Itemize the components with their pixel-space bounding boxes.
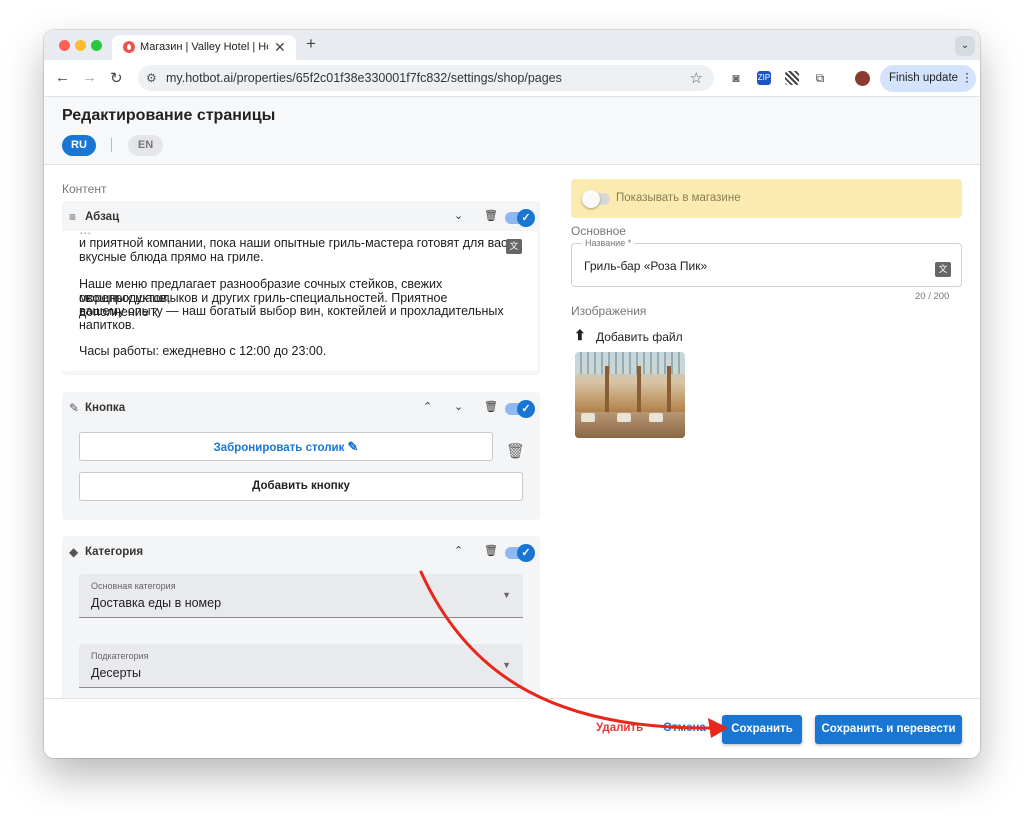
delete-block-icon[interactable]: 🗑	[484, 400, 498, 413]
delete-block-icon[interactable]: 🗑	[484, 209, 498, 222]
button-block-title: Кнопка	[85, 402, 126, 414]
image-seat-detail	[649, 413, 663, 422]
tab-title: Магазин | Valley Hotel | Hotbot	[140, 41, 268, 53]
paragraph-line: Часы работы: ежедневно с 12:00 до 23:00.	[79, 344, 327, 358]
reserve-table-button-item[interactable]: Забронировать столик ✎	[79, 432, 493, 461]
toggle-knob	[582, 190, 600, 208]
site-settings-icon[interactable]: ⚙	[146, 71, 157, 85]
name-field-label: Название *	[582, 238, 635, 248]
lang-en-button[interactable]: EN	[128, 135, 163, 156]
paragraph-block-title: Абзац	[85, 211, 120, 223]
subcategory-label: Подкатегория	[91, 651, 149, 661]
subcategory-select[interactable]: Подкатегория Десерты ▼	[79, 644, 523, 688]
category-block-title: Категория	[85, 546, 144, 558]
extensions-puzzle-icon[interactable]: ⧉	[813, 71, 827, 85]
name-field-value[interactable]: Гриль-бар «Роза Пик»	[584, 259, 707, 273]
browser-window: Магазин | Valley Hotel | Hotbot ✕ + ⌄ ← …	[44, 30, 980, 758]
bookmark-star-icon[interactable]: ☆	[690, 69, 703, 87]
lang-divider	[111, 138, 112, 152]
name-char-counter: 20 / 200	[915, 291, 950, 302]
check-icon: ✓	[517, 400, 535, 418]
name-field[interactable]: Название * Гриль-бар «Роза Пик» 文	[571, 238, 962, 287]
paragraph-line: напитков.	[79, 318, 136, 332]
browser-toolbar: ← → ↻ ⚙ my.hotbot.ai/properties/65f2c01f…	[44, 60, 980, 97]
forward-arrow-icon[interactable]: →	[82, 69, 97, 86]
show-in-shop-toggle[interactable]	[582, 190, 610, 208]
address-bar[interactable]: ⚙ my.hotbot.ai/properties/65f2c01f38e330…	[138, 65, 714, 91]
minimize-window-button[interactable]	[75, 40, 86, 51]
tab-search-button[interactable]: ⌄	[955, 36, 975, 56]
paragraph-text-editor[interactable]: … и приятной компании, пока наши опытные…	[62, 231, 538, 371]
check-icon: ✓	[517, 209, 535, 227]
show-in-shop-label: Показывать в магазине	[616, 192, 741, 204]
chevron-down-icon[interactable]: ⌄	[454, 209, 463, 222]
qr-extension-icon[interactable]	[785, 71, 799, 85]
button-enabled-toggle[interactable]: ✓	[505, 400, 535, 418]
zip-extension-icon[interactable]: ZIP	[757, 71, 771, 85]
image-seat-detail	[617, 413, 631, 422]
check-icon: ✓	[517, 544, 535, 562]
dropdown-caret-icon: ▼	[502, 660, 511, 670]
finish-update-button[interactable]: Finish update ⋮	[880, 65, 976, 92]
paragraph-block: ≡ Абзац ⌄ 🗑 ✓ … и приятной компании, пок…	[62, 201, 540, 375]
hotbot-favicon-icon	[123, 41, 135, 53]
app-content: Редактирование страницы RU EN Контент ≡ …	[44, 97, 980, 758]
category-block: ◆ Категория ⌃ 🗑 ✓ Основная категория Дос…	[62, 536, 540, 701]
delete-block-icon[interactable]: 🗑	[484, 544, 498, 557]
new-tab-button[interactable]: +	[306, 34, 316, 54]
translate-icon[interactable]: 文	[506, 239, 522, 254]
chevron-up-icon[interactable]: ⌃	[454, 544, 463, 557]
pencil-edit-icon[interactable]: ✎	[348, 439, 359, 454]
page-header: Редактирование страницы RU EN	[44, 97, 980, 165]
upload-icon[interactable]: ⬆	[574, 327, 586, 344]
chevron-down-icon[interactable]: ⌄	[454, 400, 463, 413]
delete-page-button[interactable]: Удалить	[596, 722, 643, 734]
save-button[interactable]: Сохранить	[722, 715, 802, 744]
tab-strip: Магазин | Valley Hotel | Hotbot ✕ + ⌄	[44, 30, 980, 60]
close-window-button[interactable]	[59, 40, 70, 51]
add-file-button[interactable]: Добавить файл	[596, 330, 683, 344]
tab-close-icon[interactable]: ✕	[274, 39, 286, 56]
show-in-shop-banner: Показывать в магазине	[571, 179, 962, 218]
restaurant-image-thumbnail[interactable]	[575, 352, 685, 438]
translate-icon[interactable]: 文	[935, 262, 951, 277]
back-arrow-icon[interactable]: ←	[55, 69, 70, 86]
save-and-translate-button[interactable]: Сохранить и перевести	[815, 715, 962, 744]
paragraph-lines-icon: ≡	[69, 210, 77, 224]
main-category-value: Доставка еды в номер	[91, 596, 222, 610]
edit-square-icon: ✎	[69, 401, 80, 415]
camera-extension-icon[interactable]: ◙	[729, 71, 743, 85]
maximize-window-button[interactable]	[91, 40, 102, 51]
url-text[interactable]: my.hotbot.ai/properties/65f2c01f38e33000…	[166, 71, 562, 85]
cancel-button[interactable]: Отмена	[663, 722, 706, 734]
basic-section-label: Основное	[571, 224, 626, 238]
content-section-label: Контент	[62, 182, 107, 196]
main-category-select[interactable]: Основная категория Доставка еды в номер …	[79, 574, 523, 618]
images-section-label: Изображения	[571, 304, 647, 318]
main-category-label: Основная категория	[91, 581, 176, 591]
paragraph-line: вашему опыту — наш богатый выбор вин, ко…	[79, 304, 504, 318]
paragraph-line: вкусные блюда прямо на гриле.	[79, 250, 264, 264]
category-enabled-toggle[interactable]: ✓	[505, 544, 535, 562]
page-title: Редактирование страницы	[62, 107, 276, 124]
add-button-button[interactable]: Добавить кнопку	[79, 472, 523, 501]
delete-button-item-icon[interactable]: 🗑	[506, 442, 525, 460]
chevron-up-icon[interactable]: ⌃	[423, 400, 432, 413]
reserve-table-label: Забронировать столик	[213, 442, 345, 454]
profile-avatar[interactable]	[855, 71, 870, 86]
paragraph-enabled-toggle[interactable]: ✓	[505, 209, 535, 227]
button-block: ✎ Кнопка ⌃ ⌄ 🗑 ✓ Забронировать столик ✎ …	[62, 392, 540, 520]
paragraph-line: и приятной компании, пока наши опытные г…	[79, 236, 508, 250]
lang-ru-button[interactable]: RU	[62, 135, 96, 156]
browser-tab[interactable]: Магазин | Valley Hotel | Hotbot ✕	[112, 35, 296, 60]
page-footer: Удалить Отмена Сохранить Сохранить и пер…	[44, 698, 980, 758]
image-seat-detail	[581, 413, 595, 422]
subcategory-value: Десерты	[91, 666, 142, 680]
shapes-icon: ◆	[69, 545, 79, 559]
reload-icon[interactable]: ↻	[110, 69, 123, 87]
dropdown-caret-icon: ▼	[502, 590, 511, 600]
